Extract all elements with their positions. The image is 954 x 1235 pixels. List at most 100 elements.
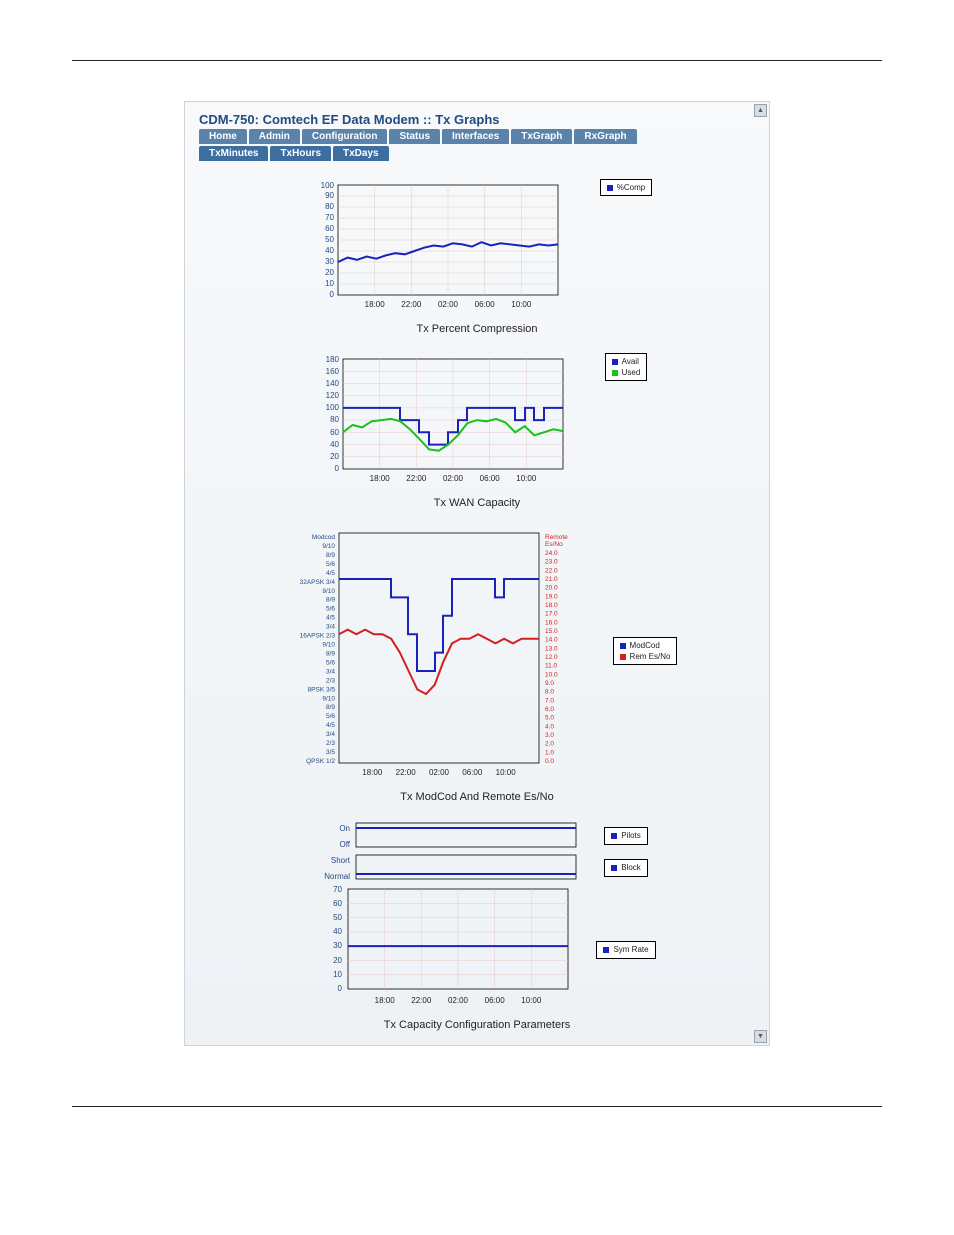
svg-text:Remote: Remote	[545, 534, 568, 541]
svg-text:8/9: 8/9	[326, 704, 335, 711]
svg-text:5/6: 5/6	[326, 659, 335, 666]
svg-text:32APSK 3/4: 32APSK 3/4	[299, 579, 335, 586]
svg-text:20: 20	[334, 956, 343, 965]
svg-text:24.0: 24.0	[545, 550, 558, 557]
svg-text:5/6: 5/6	[326, 561, 335, 568]
tab-txhours[interactable]: TxHours	[270, 146, 331, 161]
svg-text:0: 0	[338, 984, 343, 993]
svg-text:1.0: 1.0	[545, 749, 554, 756]
svg-text:12.0: 12.0	[545, 654, 558, 661]
svg-text:16.0: 16.0	[545, 619, 558, 626]
svg-text:80: 80	[330, 415, 339, 424]
chart-tx-wan-capacity: 02040 6080100 120140160 180 18:00 22:00 …	[199, 353, 755, 493]
svg-text:4/5: 4/5	[326, 615, 335, 622]
tab-admin[interactable]: Admin	[249, 129, 300, 144]
svg-text:9/10: 9/10	[322, 543, 335, 550]
svg-text:100: 100	[320, 181, 334, 190]
chart2-svg: 02040 6080100 120140160 180 18:00 22:00 …	[307, 353, 599, 493]
svg-text:9/10: 9/10	[322, 588, 335, 595]
tab-txgraph[interactable]: TxGraph	[511, 129, 572, 144]
svg-text:9/10: 9/10	[322, 642, 335, 649]
chart-tx-modcod-esno: Modcod9/108/95/64/532APSK 3/49/108/95/64…	[199, 527, 755, 787]
svg-text:22:00: 22:00	[406, 474, 427, 483]
tab-interfaces[interactable]: Interfaces	[442, 129, 509, 144]
svg-text:10: 10	[334, 970, 343, 979]
svg-text:0: 0	[334, 464, 339, 473]
svg-text:18.0: 18.0	[545, 602, 558, 609]
panel-pilots: On Off	[306, 821, 598, 851]
svg-text:7.0: 7.0	[545, 697, 554, 704]
chart3-svg: Modcod9/108/95/64/532APSK 3/49/108/95/64…	[277, 527, 607, 787]
svg-text:10:00: 10:00	[522, 996, 543, 1005]
svg-text:06:00: 06:00	[474, 300, 495, 309]
svg-text:9/10: 9/10	[322, 695, 335, 702]
svg-text:3.0: 3.0	[545, 732, 554, 739]
svg-text:60: 60	[334, 899, 343, 908]
legend-item-symrate: Sym Rate	[613, 944, 648, 955]
svg-text:50: 50	[325, 235, 334, 244]
svg-text:3/5: 3/5	[326, 749, 335, 756]
svg-text:15.0: 15.0	[545, 628, 558, 635]
panel-symrate: 01020 304050 6070 18:00 22:00 02:00 06:0…	[298, 885, 590, 1015]
svg-text:10:00: 10:00	[495, 768, 516, 777]
svg-text:18:00: 18:00	[375, 996, 396, 1005]
svg-text:3/4: 3/4	[326, 668, 335, 675]
svg-text:50: 50	[334, 913, 343, 922]
svg-text:4/5: 4/5	[326, 570, 335, 577]
legend-item-comp: %Comp	[617, 182, 645, 193]
svg-text:19.0: 19.0	[545, 593, 558, 600]
svg-text:100: 100	[325, 403, 339, 412]
tab-txminutes[interactable]: TxMinutes	[199, 146, 268, 161]
tab-rxgraph[interactable]: RxGraph	[574, 129, 636, 144]
chart4-title: Tx Capacity Configuration Parameters	[199, 1019, 755, 1031]
screenshot-panel: ▲ ▼ CDM-750: Comtech EF Data Modem :: Tx…	[184, 101, 770, 1046]
tab-status[interactable]: Status	[389, 129, 440, 144]
legend-symrate: Sym Rate	[596, 941, 655, 958]
svg-text:10:00: 10:00	[511, 300, 532, 309]
svg-text:QPSK 1/2: QPSK 1/2	[306, 758, 335, 765]
svg-text:2.0: 2.0	[545, 741, 554, 748]
svg-text:70: 70	[334, 885, 343, 894]
svg-text:On: On	[340, 824, 351, 833]
svg-text:Es/No: Es/No	[545, 541, 563, 548]
svg-text:8/9: 8/9	[326, 552, 335, 559]
svg-text:60: 60	[325, 224, 334, 233]
svg-text:70: 70	[325, 213, 334, 222]
chart2-title: Tx WAN Capacity	[199, 497, 755, 509]
svg-text:8.0: 8.0	[545, 689, 554, 696]
svg-text:8/9: 8/9	[326, 651, 335, 658]
svg-text:22:00: 22:00	[412, 996, 433, 1005]
legend-item-remesno: Rem Es/No	[630, 651, 671, 662]
page-title: CDM-750: Comtech EF Data Modem :: Tx Gra…	[199, 112, 755, 127]
svg-text:Short: Short	[331, 856, 351, 865]
svg-text:06:00: 06:00	[479, 474, 500, 483]
svg-text:40: 40	[325, 246, 334, 255]
tab-txdays[interactable]: TxDays	[333, 146, 389, 161]
svg-text:Normal: Normal	[324, 872, 350, 881]
svg-text:2/3: 2/3	[326, 677, 335, 684]
svg-text:4.0: 4.0	[545, 723, 554, 730]
svg-text:22.0: 22.0	[545, 567, 558, 574]
svg-text:4/5: 4/5	[326, 722, 335, 729]
svg-text:6.0: 6.0	[545, 706, 554, 713]
svg-text:02:00: 02:00	[429, 768, 450, 777]
svg-text:0: 0	[329, 290, 334, 299]
scroll-up-icon[interactable]: ▲	[754, 104, 767, 117]
tab-configuration[interactable]: Configuration	[302, 129, 388, 144]
svg-text:13.0: 13.0	[545, 645, 558, 652]
legend-item-pilots: Pilots	[621, 830, 641, 841]
svg-text:Modcod: Modcod	[311, 534, 335, 541]
svg-text:8PSK 3/5: 8PSK 3/5	[307, 686, 335, 693]
main-tabs: Home Admin Configuration Status Interfac…	[199, 129, 755, 144]
svg-text:10.0: 10.0	[545, 671, 558, 678]
chart-tx-percent-compression: 01020 304050 607080 90100 18:00 22:00 02…	[199, 179, 755, 319]
legend-item-modcod: ModCod	[630, 640, 660, 651]
svg-text:3/4: 3/4	[326, 731, 335, 738]
scroll-down-icon[interactable]: ▼	[754, 1030, 767, 1043]
svg-text:160: 160	[325, 367, 339, 376]
tab-home[interactable]: Home	[199, 129, 247, 144]
sub-tabs: TxMinutes TxHours TxDays	[199, 146, 755, 161]
chart1-svg: 01020 304050 607080 90100 18:00 22:00 02…	[302, 179, 594, 319]
svg-text:02:00: 02:00	[443, 474, 464, 483]
svg-text:17.0: 17.0	[545, 611, 558, 618]
